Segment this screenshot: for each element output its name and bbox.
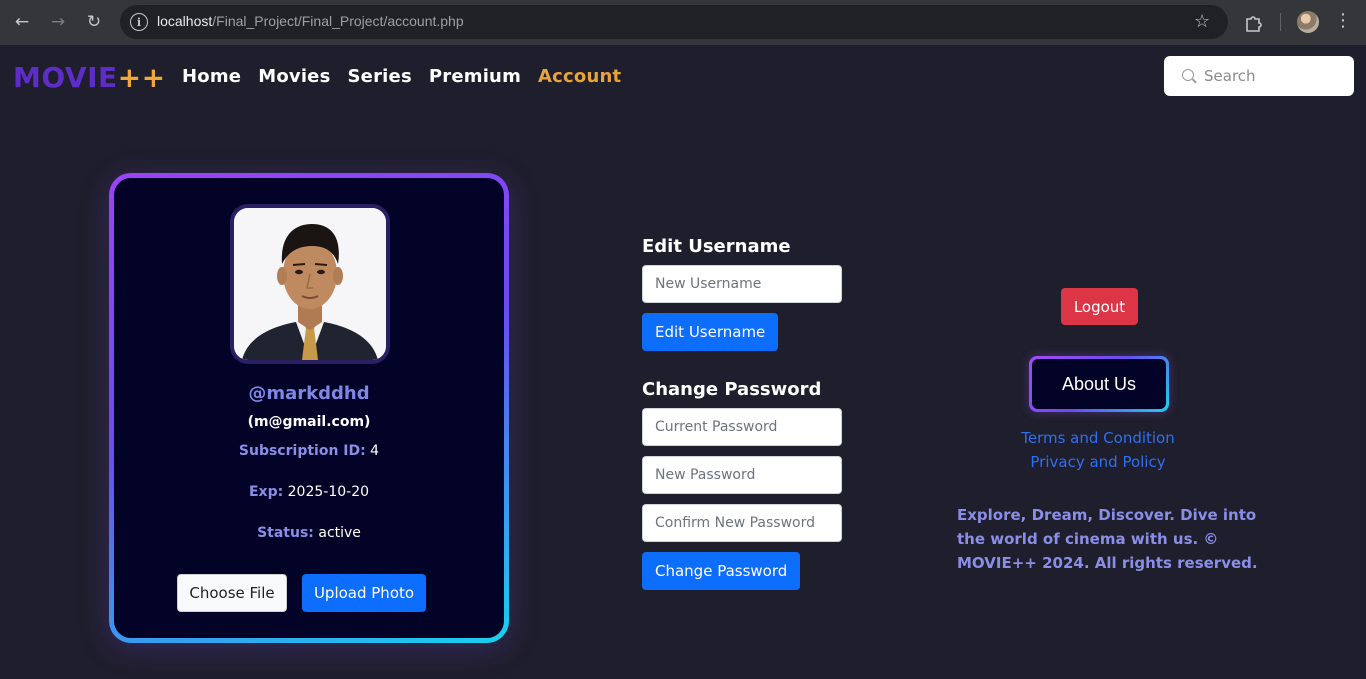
choose-file-button[interactable]: Choose File bbox=[177, 574, 287, 612]
url-text[interactable]: localhost/Final_Project/Final_Project/ac… bbox=[157, 13, 464, 29]
forward-arrow-icon[interactable]: → bbox=[44, 8, 72, 36]
back-arrow-icon[interactable]: ← bbox=[8, 8, 36, 36]
logo-text: MOVIE bbox=[13, 61, 118, 94]
status-label: Status: bbox=[257, 525, 314, 541]
address-bar[interactable]: i localhost/Final_Project/Final_Project/… bbox=[120, 5, 1228, 39]
upload-photo-button[interactable]: Upload Photo bbox=[302, 574, 426, 612]
footer-tagline: Explore, Dream, Discover. Dive into the … bbox=[957, 506, 1258, 572]
nav-series[interactable]: Series bbox=[348, 66, 412, 87]
subscription-id-value: 4 bbox=[370, 443, 380, 459]
profile-photo bbox=[234, 208, 386, 360]
exp-label: Exp: bbox=[248, 484, 284, 500]
edit-username-title: Edit Username bbox=[642, 236, 791, 257]
nav-movies[interactable]: Movies bbox=[258, 66, 330, 87]
change-password-title: Change Password bbox=[642, 379, 822, 400]
about-us-label: About Us bbox=[1032, 359, 1166, 409]
about-us-button[interactable]: About Us bbox=[1029, 356, 1169, 412]
profile-card: @markddhd (m@gmail.com) Subscription ID:… bbox=[109, 173, 509, 643]
edit-username-button[interactable]: Edit Username bbox=[642, 313, 779, 351]
search-icon bbox=[1182, 69, 1194, 81]
site-logo[interactable]: MOVIE++ bbox=[13, 61, 166, 94]
nav-home[interactable]: Home bbox=[182, 66, 241, 87]
toolbar-divider bbox=[1280, 13, 1281, 31]
status-value: active bbox=[318, 525, 361, 541]
profile-username: @markddhd bbox=[248, 383, 370, 404]
new-password-field[interactable] bbox=[642, 456, 842, 494]
exp-value: 2025-10-20 bbox=[287, 484, 370, 500]
reload-icon[interactable]: ↻ bbox=[80, 8, 108, 36]
logout-button[interactable]: Logout bbox=[1061, 288, 1138, 325]
profile-card-body: @markddhd (m@gmail.com) Subscription ID:… bbox=[114, 178, 504, 638]
site-navbar: MOVIE++ Home Movies Series Premium Accou… bbox=[0, 45, 1366, 109]
logo-plus: ++ bbox=[117, 61, 166, 94]
main-menu: Home Movies Series Premium Account bbox=[182, 66, 638, 87]
profile-avatar-icon[interactable] bbox=[1297, 11, 1319, 33]
profile-email: (m@gmail.com) bbox=[247, 414, 371, 430]
extensions-icon[interactable] bbox=[1242, 10, 1266, 34]
search-input[interactable] bbox=[1204, 64, 1344, 88]
terms-link[interactable]: Terms and Condition bbox=[998, 429, 1198, 447]
bookmark-star-icon[interactable]: ☆ bbox=[1194, 11, 1210, 33]
change-password-button[interactable]: Change Password bbox=[642, 552, 801, 590]
site-info-icon[interactable]: i bbox=[130, 13, 148, 31]
subscription-id-label: Subscription ID: bbox=[238, 443, 366, 459]
new-username-field[interactable] bbox=[642, 265, 842, 303]
privacy-link[interactable]: Privacy and Policy bbox=[998, 453, 1198, 471]
nav-premium[interactable]: Premium bbox=[429, 66, 521, 87]
nav-account[interactable]: Account bbox=[538, 66, 621, 87]
browser-toolbar: ← → ↻ i localhost/Final_Project/Final_Pr… bbox=[0, 0, 1366, 45]
status-line: Status: active bbox=[114, 525, 504, 541]
url-path: /Final_Project/Final_Project/account.php bbox=[212, 13, 464, 29]
avatar bbox=[234, 208, 386, 360]
url-host: localhost bbox=[157, 13, 213, 29]
current-password-field[interactable] bbox=[642, 408, 842, 446]
subscription-id-line: Subscription ID: 4 bbox=[114, 443, 504, 459]
exp-line: Exp: 2025-10-20 bbox=[114, 484, 504, 500]
avatar-frame bbox=[230, 204, 390, 364]
confirm-password-field[interactable] bbox=[642, 504, 842, 542]
search-box[interactable] bbox=[1164, 56, 1354, 96]
menu-kebab-icon[interactable]: ⋮ bbox=[1334, 10, 1352, 32]
